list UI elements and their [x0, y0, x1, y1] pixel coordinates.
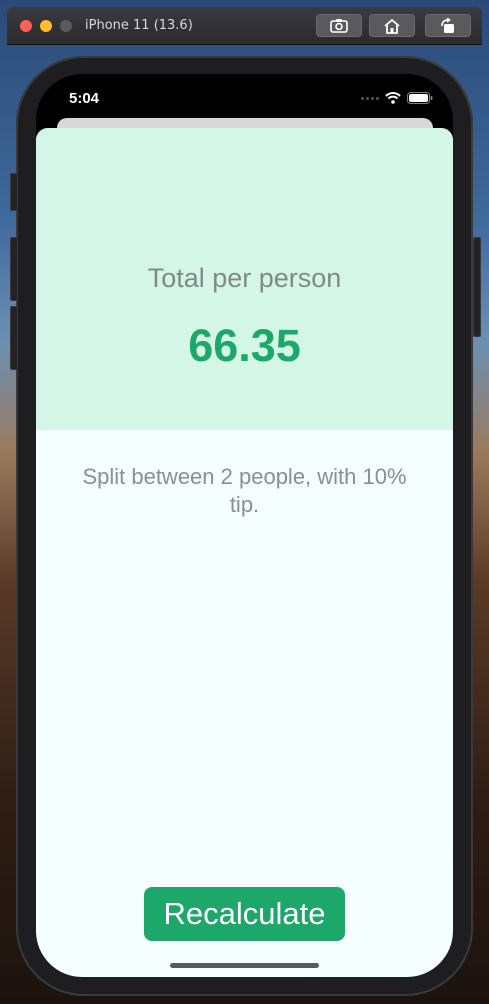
wifi-icon — [385, 92, 401, 104]
screenshot-icon — [330, 19, 348, 33]
status-time: 5:04 — [69, 90, 100, 107]
home-icon — [384, 18, 400, 34]
screenshot-button[interactable] — [316, 14, 362, 37]
rotate-icon — [441, 17, 454, 33]
signal-icon — [361, 96, 379, 100]
rotate-button[interactable] — [425, 14, 471, 37]
home-button[interactable] — [369, 14, 415, 37]
volume-up-button — [10, 237, 18, 301]
minimize-window-icon[interactable] — [40, 20, 52, 32]
recalculate-button[interactable]: Recalculate — [144, 887, 345, 941]
total-value: 66.35 — [188, 320, 301, 371]
total-label: Total per person — [147, 263, 342, 293]
status-icons — [361, 92, 433, 104]
simulator-title: iPhone 11 (13.6) — [85, 18, 193, 33]
result-sheet: Total per person 66.35 Split between 2 p… — [36, 128, 453, 977]
close-window-icon[interactable] — [20, 20, 32, 32]
battery-icon — [407, 92, 433, 104]
power-button — [473, 237, 481, 337]
silent-switch — [10, 173, 18, 211]
volume-down-button — [10, 306, 18, 370]
total-panel: Total per person 66.35 — [36, 128, 453, 430]
zoom-window-icon[interactable] — [60, 20, 72, 32]
split-settings-text: Split between 2 people, with 10% tip. — [82, 464, 407, 517]
home-indicator[interactable] — [170, 963, 319, 968]
simulator-toolbar: iPhone 11 (13.6) — [7, 7, 482, 45]
notch — [128, 74, 360, 108]
device-screen: 5:04 Total per person 66.35 Split betwee… — [36, 74, 453, 977]
